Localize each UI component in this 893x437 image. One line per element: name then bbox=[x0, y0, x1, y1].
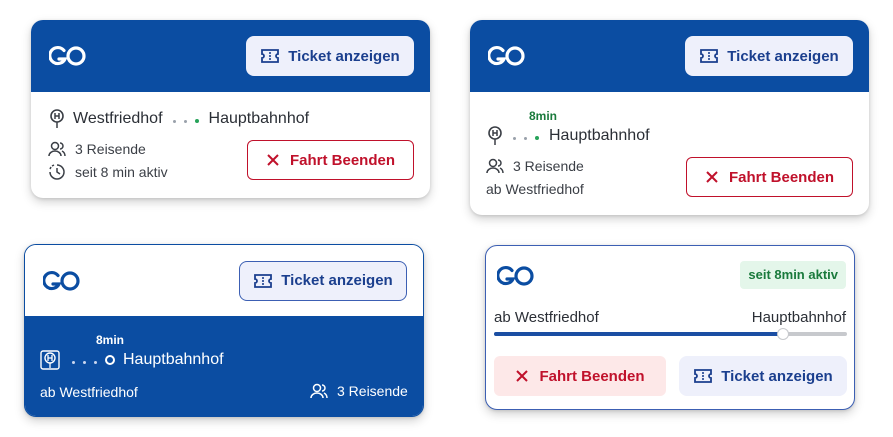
trip-progress-knob bbox=[778, 329, 789, 339]
trip-progress-bar bbox=[494, 329, 847, 339]
go-logo bbox=[49, 44, 87, 68]
origin-station: ab Westfriedhof bbox=[40, 384, 138, 400]
minutes-remaining: 8min bbox=[529, 109, 558, 123]
users-icon bbox=[48, 141, 66, 157]
trip-card-3: Ticket anzeigen 8min Hauptbahnhof ab Wes… bbox=[24, 244, 424, 417]
origin-station: ab Westfriedhof bbox=[494, 309, 599, 326]
users-icon bbox=[310, 383, 328, 399]
go-logo bbox=[43, 269, 81, 293]
users-icon bbox=[486, 158, 504, 174]
destination-station: Hauptbahnhof bbox=[123, 351, 224, 368]
trip-progress-fill bbox=[494, 332, 784, 336]
end-trip-label: Fahrt Beenden bbox=[289, 151, 395, 169]
card-header: Ticket anzeigen bbox=[31, 20, 430, 92]
station-icon bbox=[487, 126, 503, 146]
end-trip-label: Fahrt Beenden bbox=[728, 168, 834, 186]
ticket-icon bbox=[693, 368, 713, 384]
card-body: Westfriedhof Hauptbahnhof 3 Reisende sei… bbox=[31, 92, 430, 198]
card-body: 8min Hauptbahnhof 3 Reisende ab Westfrie… bbox=[470, 92, 869, 215]
trip-card-2: Ticket anzeigen 8min Hauptbahnhof 3 Reis… bbox=[470, 20, 869, 215]
origin-station: Westfriedhof bbox=[73, 110, 163, 127]
card-body: 8min Hauptbahnhof ab Westfriedhof 3 Reis… bbox=[25, 316, 423, 416]
active-badge: seit 8min aktiv bbox=[740, 261, 846, 289]
go-logo bbox=[497, 264, 535, 288]
show-ticket-button[interactable]: Ticket anzeigen bbox=[685, 36, 853, 76]
travelers-count: 3 Reisende bbox=[75, 141, 146, 157]
travelers-count: 3 Reisende bbox=[513, 158, 584, 174]
end-trip-label: Fahrt Beenden bbox=[539, 367, 645, 385]
end-trip-button[interactable]: Fahrt Beenden bbox=[686, 157, 853, 197]
trip-card-1: Ticket anzeigen Westfriedhof Hauptbahnho… bbox=[31, 20, 430, 198]
active-duration: seit 8 min aktiv bbox=[75, 164, 168, 180]
ticket-icon bbox=[260, 48, 280, 64]
show-ticket-button[interactable]: Ticket anzeigen bbox=[246, 36, 414, 76]
card-header: Ticket anzeigen bbox=[470, 20, 869, 92]
close-icon bbox=[266, 153, 280, 167]
show-ticket-button[interactable]: Ticket anzeigen bbox=[679, 356, 847, 396]
show-ticket-label: Ticket anzeigen bbox=[288, 47, 400, 65]
close-icon bbox=[515, 369, 529, 383]
trip-card-4: seit 8min aktiv ab Westfriedhof Hauptbah… bbox=[485, 245, 855, 410]
ticket-icon bbox=[699, 48, 719, 64]
show-ticket-label: Ticket anzeigen bbox=[721, 367, 833, 385]
show-ticket-label: Ticket anzeigen bbox=[281, 272, 393, 289]
card-header: Ticket anzeigen bbox=[25, 245, 423, 316]
end-trip-button[interactable]: Fahrt Beenden bbox=[494, 356, 666, 396]
position-marker bbox=[105, 355, 115, 365]
station-icon bbox=[49, 109, 65, 129]
clock-icon bbox=[48, 163, 66, 181]
destination-station: Hauptbahnhof bbox=[549, 127, 650, 144]
show-ticket-button[interactable]: Ticket anzeigen bbox=[239, 260, 407, 301]
destination-station: Hauptbahnhof bbox=[208, 110, 310, 127]
show-ticket-label: Ticket anzeigen bbox=[727, 47, 839, 65]
destination-station: Hauptbahnhof bbox=[751, 309, 846, 326]
station-icon bbox=[40, 350, 60, 370]
end-trip-button[interactable]: Fahrt Beenden bbox=[247, 140, 414, 180]
minutes-remaining: 8min bbox=[96, 333, 125, 347]
close-icon bbox=[705, 170, 719, 184]
ticket-icon bbox=[253, 273, 273, 289]
travelers-count: 3 Reisende bbox=[337, 383, 408, 399]
go-logo bbox=[488, 44, 526, 68]
origin-station: ab Westfriedhof bbox=[486, 181, 584, 197]
